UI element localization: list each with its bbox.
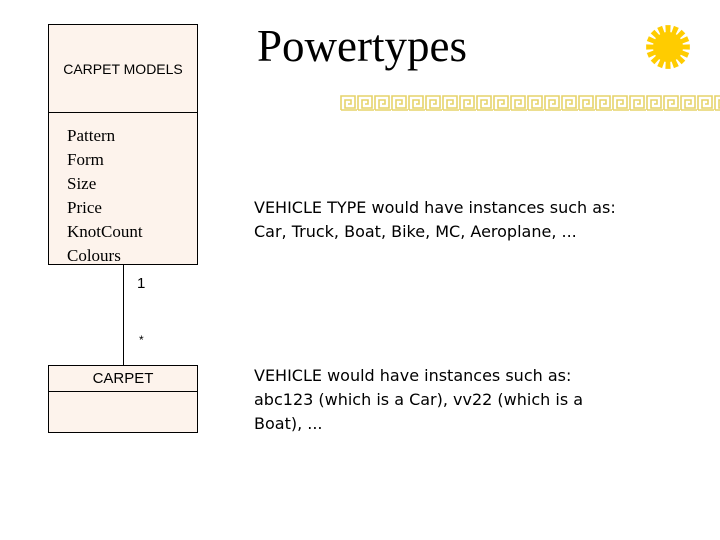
text-line: VEHICLE would have instances such as:: [254, 366, 572, 385]
text-line: Car, Truck, Boat, Bike, MC, Aeroplane, .…: [254, 222, 577, 241]
greek-key-unit: [357, 95, 374, 111]
greek-key-unit: [612, 95, 629, 111]
vehicle-description: VEHICLE would have instances such as: ab…: [254, 364, 654, 436]
greek-key-unit: [578, 95, 595, 111]
greek-key-unit: [493, 95, 510, 111]
greek-key-border: [340, 95, 720, 111]
slide-title: Powertypes: [257, 21, 467, 71]
greek-key-unit: [391, 95, 408, 111]
greek-key-unit: [697, 95, 714, 111]
attribute: Size: [67, 174, 97, 193]
class-name: CARPET MODELS: [49, 25, 197, 113]
class-name: CARPET: [49, 366, 197, 392]
greek-key-unit: [646, 95, 663, 111]
sun-icon: [646, 25, 690, 69]
attribute-list: Pattern Form Size Price KnotCount Colour…: [49, 113, 197, 274]
text-line: Boat), ...: [254, 414, 323, 433]
attribute: Colours: [67, 246, 121, 265]
greek-key-unit: [476, 95, 493, 111]
greek-key-unit: [425, 95, 442, 111]
greek-key-unit: [544, 95, 561, 111]
greek-key-unit: [510, 95, 527, 111]
multiplicity-many: *: [139, 333, 144, 347]
greek-key-unit: [629, 95, 646, 111]
greek-key-unit: [714, 95, 720, 111]
text-line: abc123 (which is a Car), vv22 (which is …: [254, 390, 584, 409]
association-line: [123, 265, 124, 365]
greek-key-unit: [459, 95, 476, 111]
attribute: KnotCount: [67, 222, 143, 241]
greek-key-unit: [663, 95, 680, 111]
greek-key-unit: [680, 95, 697, 111]
greek-key-unit: [442, 95, 459, 111]
multiplicity-one: 1: [137, 275, 146, 292]
attribute: Pattern: [67, 126, 116, 145]
greek-key-unit: [374, 95, 391, 111]
greek-key-unit: [408, 95, 425, 111]
attribute: Price: [67, 198, 102, 217]
carpet-class[interactable]: CARPET: [48, 365, 198, 433]
greek-key-unit: [561, 95, 578, 111]
carpet-models-class[interactable]: CARPET MODELS Pattern Form Size Price Kn…: [48, 24, 198, 265]
greek-key-unit: [527, 95, 544, 111]
vehicle-type-description: VEHICLE TYPE would have instances such a…: [254, 196, 714, 244]
greek-key-unit: [340, 95, 357, 111]
attribute: Form: [67, 150, 104, 169]
greek-key-unit: [595, 95, 612, 111]
text-line: VEHICLE TYPE would have instances such a…: [254, 198, 616, 217]
